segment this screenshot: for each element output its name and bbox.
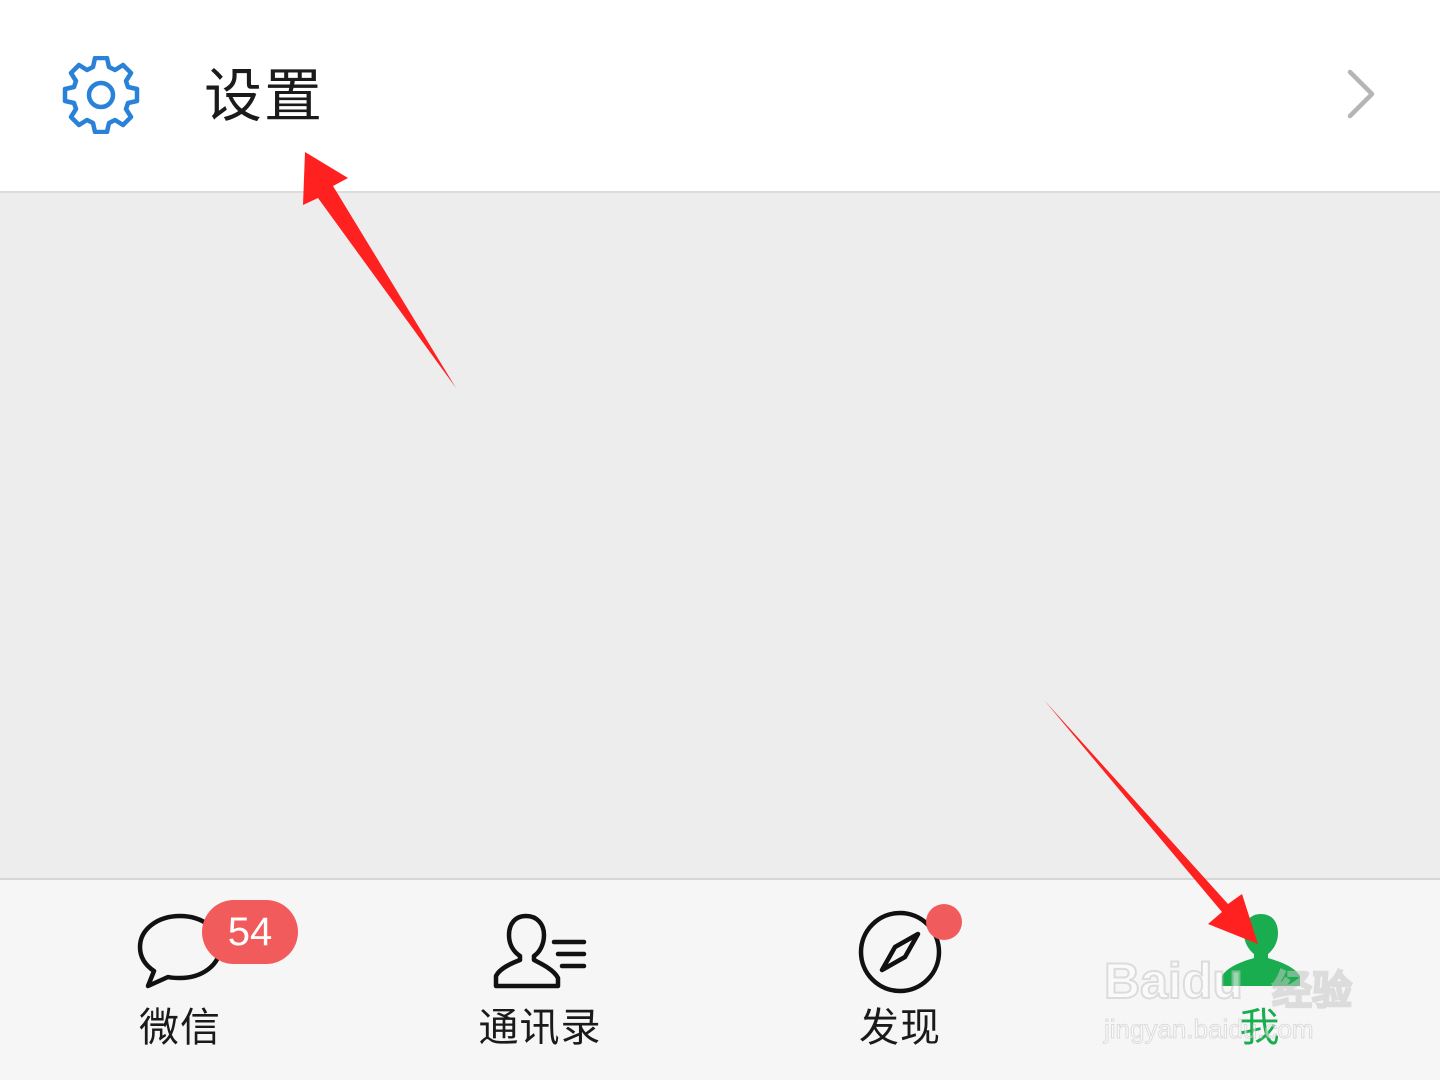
new-dot-indicator	[926, 904, 962, 940]
tab-wechat[interactable]: 54 微信	[80, 880, 298, 1080]
contacts-icon	[493, 913, 587, 989]
tab-label: 微信	[139, 1005, 221, 1051]
tab-contacts[interactable]: 通讯录	[440, 880, 640, 1080]
tab-label: 发现	[859, 1005, 941, 1051]
chevron-right-icon	[1347, 69, 1375, 119]
baidu-jingyan-watermark: Baidu 经验 jingyan.baidu.com	[1103, 952, 1374, 1056]
settings-row[interactable]: 设置	[0, 0, 1440, 193]
tab-label: 通讯录	[478, 1005, 602, 1051]
unread-badge: 54	[202, 900, 298, 964]
gear-icon	[62, 56, 140, 134]
me-page: 设置 54 微信 通讯录 发现 我 Baidu 经验 jingyan.baidu…	[0, 0, 1440, 1080]
watermark-brand: Baidu	[1103, 952, 1244, 1010]
tab-discover[interactable]: 发现	[800, 880, 1000, 1080]
settings-label: 设置	[204, 62, 325, 130]
watermark-cn: 经验	[1271, 967, 1353, 1015]
watermark-url: jingyan.baidu.com	[1104, 1014, 1315, 1045]
